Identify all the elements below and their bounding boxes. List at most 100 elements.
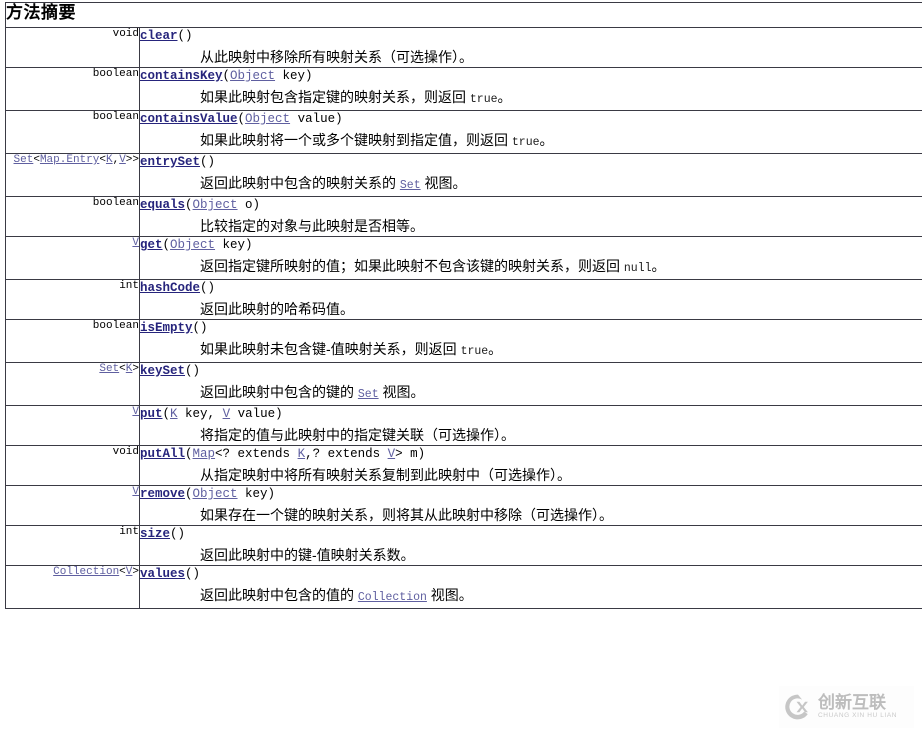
static-text: 如果此映射未包含键-值映射关系，则返回 [200,341,461,357]
table-row: Vremove(Object key) 如果存在一个键的映射关系，则将其从此映射中… [5,485,922,526]
method-signature: values() [140,566,922,582]
type-link[interactable]: K [298,447,306,461]
type-link[interactable]: Object [230,69,275,83]
table-row: Collection<V> values() 返回此映射中包含的值的 Collect… [5,565,922,609]
type-link[interactable]: Map [193,447,216,461]
method-detail-cell: put(K key, V value) 将指定的值与此映射中的指定键关联（可选操作… [139,405,922,446]
inline-code: true [469,93,498,106]
static-text: < [119,566,126,579]
static-text: () [200,281,216,295]
watermark-text-block: 创新互联 CHUANG XIN HU LIAN [818,694,897,720]
static-text: > [132,363,139,376]
table-row: void putAll(Map<? extends K,? extends V> … [5,445,922,486]
method-summary-body: 方法摘要 void clear() 从此映射中移除所有映射关系（可选操作）。 bool… [5,2,922,609]
return-type-cell: Collection<V> [5,565,140,609]
static-text: 视图。 [420,175,467,191]
method-signature: containsKey(Object key) [140,68,922,84]
static-text: value) [230,407,283,421]
static-text: key) [275,69,313,83]
method-link-remove[interactable]: remove [140,487,185,501]
static-text: ( [185,447,193,461]
table-row: boolean containsKey(Object key) 如果此映射包含指定键… [5,67,922,111]
return-type-cell: V [5,405,140,446]
return-type-text: int [119,280,139,293]
static-text: 返回指定键所映射的值；如果此映射不包含该键的映射关系，则返回 [200,258,624,274]
return-type-cell: int [5,525,140,566]
method-link-keySet[interactable]: keySet [140,364,185,378]
method-link-hashCode[interactable]: hashCode [140,281,200,295]
watermark-chinese: 创新互联 [818,693,886,713]
method-link-isEmpty[interactable]: isEmpty [140,321,193,335]
return-type-cell: boolean [5,110,140,154]
type-link[interactable]: K [170,407,178,421]
type-link[interactable]: Set [14,155,34,167]
return-type-cell: boolean [5,319,140,363]
method-signature: keySet() [140,363,922,379]
static-text: key, [177,407,223,421]
static-text: ( [222,69,231,83]
static-text: ( [162,407,171,421]
method-detail-cell: size() 返回此映射中的键-值映射关系数。 [139,525,922,566]
type-link[interactable]: V [132,407,138,419]
type-link[interactable]: V [388,447,396,461]
type-link[interactable]: Collection [53,567,119,579]
inline-code: null [623,262,652,275]
type-link[interactable]: K [106,155,113,167]
type-link[interactable]: V [119,155,126,167]
static-text: o) [237,198,261,212]
static-text: 如果存在一个键的映射关系，则将其从此映射中移除（可选操作）。 [200,507,613,523]
type-link[interactable]: V [132,487,138,499]
method-link-put[interactable]: put [140,407,163,421]
static-text: >> [125,154,139,167]
static-text: () [170,527,186,541]
method-link-entrySet[interactable]: entrySet [140,155,200,169]
method-link-putAll[interactable]: putAll [140,447,185,461]
method-description: 将指定的值与此映射中的指定键关联（可选操作）。 [200,425,922,445]
type-link[interactable]: Object [193,487,238,501]
method-description: 如果此映射未包含键-值映射关系，则返回 true。 [200,339,922,362]
table-row: Vget(Object key) 返回指定键所映射的值；如果此映射不包含该键的映射… [5,236,922,280]
method-description: 如果此映射包含指定键的映射关系，则返回 true。 [200,87,922,110]
return-type-cell: boolean [5,196,140,237]
method-link-size[interactable]: size [140,527,170,541]
static-text: 。 [539,132,554,148]
method-link-clear[interactable]: clear [140,29,178,43]
method-link-equals[interactable]: equals [140,198,185,212]
summary-banner-row: 方法摘要 [5,2,922,28]
table-row: boolean isEmpty() 如果此映射未包含键-值映射关系，则返回 true… [5,319,922,363]
type-link[interactable]: Map.Entry [40,155,99,167]
return-type-cell: void [5,27,140,68]
type-link[interactable]: Object [245,112,290,126]
static-text: 返回此映射中包含的键的 [200,384,358,400]
return-type-text: boolean [92,197,139,210]
type-link[interactable]: Set [99,364,119,376]
static-text: 从指定映射中将所有映射关系复制到此映射中（可选操作）。 [200,467,571,483]
static-text: 视图。 [378,384,425,400]
static-text: () [200,155,216,169]
inline-code: true [460,345,489,358]
watermark: 创新互联 CHUANG XIN HU LIAN [779,686,914,728]
static-text: <? extends [215,447,298,461]
table-row: Vput(K key, V value) 将指定的值与此映射中的指定键关联（可选操… [5,405,922,446]
method-detail-cell: keySet() 返回此映射中包含的键的 Set 视图。 [139,362,922,406]
method-link-get[interactable]: get [140,238,163,252]
method-description: 从此映射中移除所有映射关系（可选操作）。 [200,47,922,67]
static-text: > m) [395,447,426,461]
method-description: 从指定映射中将所有映射关系复制到此映射中（可选操作）。 [200,465,922,485]
type-link[interactable]: V [132,238,138,250]
type-link[interactable]: V [223,407,231,421]
method-link-values[interactable]: values [140,567,185,581]
method-link-containsValue[interactable]: containsValue [140,112,238,126]
type-link[interactable]: Set [400,179,421,192]
type-link[interactable]: Collection [358,591,427,604]
method-description: 返回此映射中包含的键的 Set 视图。 [200,382,922,405]
method-summary-table: 方法摘要 void clear() 从此映射中移除所有映射关系（可选操作）。 bool… [5,2,922,609]
type-link[interactable]: Object [193,198,238,212]
return-type-text: int [119,526,139,539]
type-link[interactable]: Set [358,388,379,401]
return-type-cell: boolean [5,67,140,111]
method-detail-cell: entrySet() 返回此映射中包含的映射关系的 Set 视图。 [139,153,922,197]
type-link[interactable]: Object [170,238,215,252]
static-text: 比较指定的对象与此映射是否相等。 [200,218,424,234]
method-link-containsKey[interactable]: containsKey [140,69,223,83]
